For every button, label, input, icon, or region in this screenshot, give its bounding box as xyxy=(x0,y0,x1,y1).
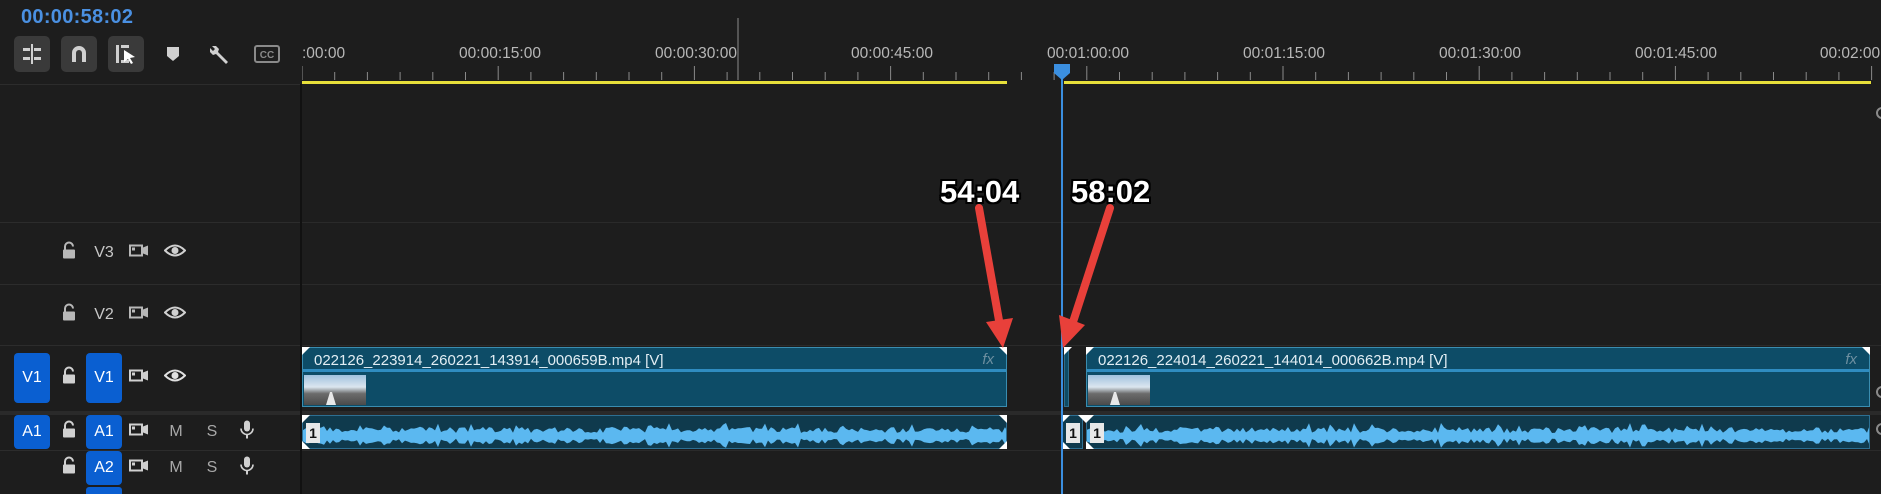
track-label-v2[interactable]: V2 xyxy=(94,306,114,324)
clip-header-bar xyxy=(1087,369,1869,372)
sync-lock-icon[interactable] xyxy=(129,304,149,325)
channel-number: 1 xyxy=(306,423,320,443)
time-ruler[interactable]: :00:00 00:00:15:00 00:00:30:00 00:00:45:… xyxy=(302,0,1881,86)
track-header-a2: A2 M S xyxy=(0,450,302,486)
annotation-label-out-point: 54:04 xyxy=(940,174,1020,209)
clip-thumbnail xyxy=(304,375,366,405)
ruler-tick-label: 00:01:30:00 xyxy=(1439,45,1521,62)
track-lane-separator xyxy=(302,284,1881,285)
lock-icon[interactable] xyxy=(62,456,76,480)
vertical-scroll-handle[interactable] xyxy=(1876,107,1881,119)
voiceover-record-mic-icon[interactable] xyxy=(240,419,254,444)
track-header-v2: V2 xyxy=(0,284,302,345)
ruler-tick-label: 00:01:15:00 xyxy=(1243,45,1325,62)
sync-lock-icon[interactable] xyxy=(129,368,149,389)
video-clip-fragment[interactable] xyxy=(1064,347,1069,407)
solo-track-button[interactable]: S xyxy=(207,423,218,441)
playhead-timecode[interactable]: 00:00:58:02 xyxy=(21,6,133,29)
clip-name: 022126_223914_260221_143914_000659B.mp4 … xyxy=(314,352,664,369)
ruler-tick-label: 00:00:45:00 xyxy=(851,45,933,62)
channel-number: 1 xyxy=(1090,423,1104,443)
captions-icon: CC xyxy=(254,45,280,63)
source-patch-v1[interactable]: V1 xyxy=(14,353,50,403)
timeline-toolbar: CC xyxy=(14,36,296,72)
ruler-tick-label: 00:00:30:00 xyxy=(655,45,737,62)
insert-edit-button[interactable] xyxy=(14,36,50,72)
captions-button[interactable]: CC xyxy=(249,36,285,72)
work-area-bar[interactable] xyxy=(1064,81,1871,84)
fx-badge[interactable]: fx xyxy=(1845,351,1857,368)
audio-clip[interactable]: 1 xyxy=(302,415,1007,449)
track-target-a1[interactable]: A1 xyxy=(86,414,122,449)
sync-lock-icon[interactable] xyxy=(129,243,149,264)
ruler-ticks xyxy=(302,18,1873,80)
audio-clip[interactable]: 1 xyxy=(1086,415,1870,449)
add-marker-icon xyxy=(167,47,179,61)
ruler-tick-label: 00:01:00:00 xyxy=(1047,45,1129,62)
fx-badge[interactable]: fx xyxy=(982,351,994,368)
track-target-a2[interactable]: A2 xyxy=(86,451,122,485)
video-clip[interactable]: 022126_223914_260221_143914_000659B.mp4 … xyxy=(302,347,1007,407)
svg-text:CC: CC xyxy=(260,50,274,61)
track-lane-separator xyxy=(302,222,1881,223)
audio-waveform xyxy=(303,423,1006,448)
vertical-scroll-handle[interactable] xyxy=(1876,423,1881,435)
voiceover-record-mic-icon[interactable] xyxy=(240,456,254,481)
ruler-tick-label: :00:00 xyxy=(302,45,346,62)
annotation-label-in-point: 58:02 xyxy=(1071,174,1151,209)
snap-magnet-icon xyxy=(72,46,86,62)
ruler-tick-label: 00:00:15:00 xyxy=(459,45,541,62)
playhead-handle[interactable] xyxy=(1053,63,1071,81)
video-clip[interactable]: 022126_224014_260221_144014_000662B.mp4 … xyxy=(1086,347,1870,407)
linked-selection-button[interactable] xyxy=(108,36,144,72)
clip-thumbnail xyxy=(1088,375,1150,405)
track-header-a1: A1 A1 M S xyxy=(0,413,302,450)
source-patch-a1[interactable]: A1 xyxy=(14,414,50,449)
ruler-tick-label: 00:02:00 xyxy=(1819,45,1881,62)
settings-button[interactable] xyxy=(202,36,238,72)
lock-icon[interactable] xyxy=(62,303,76,326)
solo-track-button[interactable]: S xyxy=(207,459,218,477)
mute-track-button[interactable]: M xyxy=(169,423,182,441)
toggle-output-eye-icon[interactable] xyxy=(163,244,187,263)
playhead-line[interactable] xyxy=(1061,72,1063,494)
channel-number: 1 xyxy=(1066,423,1080,443)
toggle-output-eye-icon[interactable] xyxy=(163,369,187,388)
settings-wrench-icon xyxy=(210,46,228,64)
track-label-v3[interactable]: V3 xyxy=(94,244,114,262)
clip-header-bar xyxy=(303,369,1006,372)
sync-lock-icon[interactable] xyxy=(129,458,149,479)
header-separator xyxy=(0,84,302,85)
track-lane-separator xyxy=(302,450,1881,451)
work-area-bar[interactable] xyxy=(302,81,1007,84)
lock-icon[interactable] xyxy=(62,420,76,443)
track-header-v3: V3 xyxy=(0,222,302,284)
track-target-v1[interactable]: V1 xyxy=(86,353,122,403)
sync-lock-icon[interactable] xyxy=(129,421,149,442)
clip-name: 022126_224014_260221_144014_000662B.mp4 … xyxy=(1098,352,1448,369)
vertical-scroll-handle[interactable] xyxy=(1876,386,1881,398)
track-target-a3[interactable] xyxy=(86,487,122,494)
toggle-output-eye-icon[interactable] xyxy=(163,305,187,324)
add-marker-button[interactable] xyxy=(155,36,191,72)
linked-selection-icon xyxy=(116,45,135,64)
audio-clip-fragment[interactable]: 1 xyxy=(1062,415,1083,449)
track-lane-separator xyxy=(302,345,1881,346)
audio-waveform xyxy=(1087,423,1869,448)
lock-icon[interactable] xyxy=(62,366,76,390)
lock-icon[interactable] xyxy=(62,241,76,265)
track-header-v1: V1 V1 xyxy=(0,345,302,411)
ruler-tick-label: 00:01:45:00 xyxy=(1635,45,1717,62)
insert-edit-icon xyxy=(23,44,41,64)
snap-button[interactable] xyxy=(61,36,97,72)
mute-track-button[interactable]: M xyxy=(169,459,182,477)
